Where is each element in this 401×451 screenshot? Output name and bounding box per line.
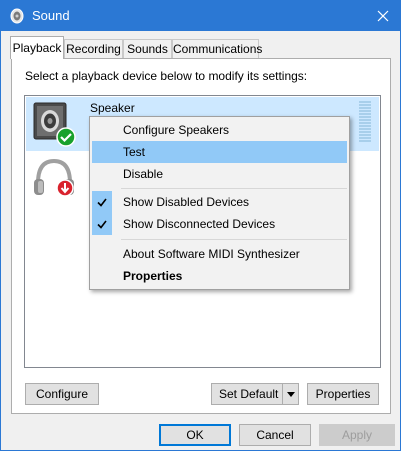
tab-communications[interactable]: Communications [172,39,262,58]
instruction-text: Select a playback device below to modify… [25,69,308,83]
tab-playback[interactable]: Playback [10,36,64,59]
speaker-icon [10,8,24,24]
close-icon [377,10,389,22]
disconnected-arrow-icon [56,179,74,197]
menu-item-show-disabled-devices[interactable]: Show Disabled Devices [92,191,347,213]
window-title: Sound [32,8,70,23]
menu-item-test[interactable]: Test [92,141,347,163]
close-button[interactable] [366,1,400,31]
default-device-check-icon [56,127,76,147]
properties-button[interactable]: Properties [307,383,379,405]
set-default-label: Set Default [219,387,279,401]
device-label: Speaker [90,101,135,115]
cancel-button[interactable]: Cancel [239,424,311,446]
menu-separator [121,188,347,189]
menu-item-configure-speakers[interactable]: Configure Speakers [92,119,347,141]
configure-button[interactable]: Configure [25,383,99,405]
set-default-button[interactable]: Set Default [211,383,299,405]
menu-item-about-midi-synth[interactable]: About Software MIDI Synthesizer [92,243,347,265]
menu-separator [121,239,347,240]
menu-item-disable[interactable]: Disable [92,163,347,185]
title-bar[interactable]: Sound [1,1,400,31]
ok-button[interactable]: OK [159,424,231,446]
chevron-down-icon [286,391,295,397]
volume-level-meter [359,101,371,144]
device-context-menu: Configure Speakers Test Disable Show Dis… [89,116,350,290]
tab-recording[interactable]: Recording [64,39,123,58]
menu-item-properties[interactable]: Properties [92,265,347,287]
menu-item-show-disconnected-devices[interactable]: Show Disconnected Devices [92,213,347,235]
apply-button[interactable]: Apply [319,424,395,446]
set-default-dropdown[interactable] [282,384,298,404]
tab-sounds[interactable]: Sounds [123,39,172,58]
sound-dialog: Sound Playback Recording Sounds Communic… [0,0,401,451]
